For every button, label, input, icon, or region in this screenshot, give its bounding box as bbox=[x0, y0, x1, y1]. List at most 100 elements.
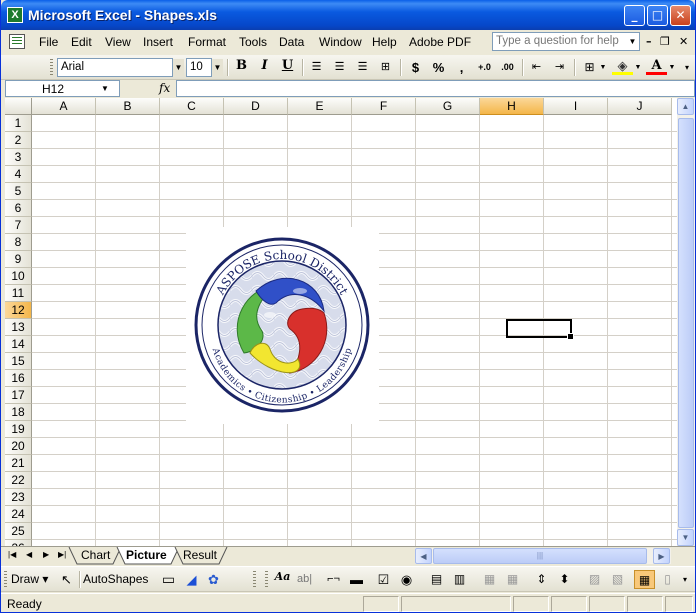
column-header-j[interactable]: J bbox=[608, 98, 672, 115]
select-objects-icon[interactable]: ↖ bbox=[56, 570, 77, 589]
scroll-left-button[interactable]: ◀ bbox=[415, 548, 432, 564]
maximize-button[interactable]: □ bbox=[647, 5, 668, 26]
menu-edit[interactable]: Edit bbox=[71, 35, 92, 49]
active-cell-h12[interactable] bbox=[506, 319, 574, 340]
insert-function-icon[interactable]: fx bbox=[159, 81, 170, 95]
vertical-scrollbar[interactable]: ▲ ▼ bbox=[677, 98, 695, 546]
diagram-icon[interactable]: ✿ bbox=[203, 570, 224, 589]
menu-format[interactable]: Format bbox=[188, 35, 226, 49]
toolbar-grip[interactable] bbox=[4, 571, 7, 588]
font-size-select[interactable]: 10 bbox=[186, 58, 212, 77]
tab-result[interactable]: Result bbox=[169, 547, 227, 564]
vertical-scroll-thumb[interactable] bbox=[678, 118, 694, 528]
currency-button[interactable]: $ bbox=[405, 58, 426, 77]
row-header-8[interactable]: 8 bbox=[5, 234, 32, 251]
row-header-20[interactable]: 20 bbox=[5, 438, 32, 455]
menu-adobe-pdf[interactable]: Adobe PDF bbox=[409, 35, 471, 49]
wordart-icon[interactable]: ◢ bbox=[181, 570, 202, 589]
row-header-4[interactable]: 4 bbox=[5, 166, 32, 183]
font-name-dropdown-arrow[interactable]: ▼ bbox=[173, 59, 184, 76]
merge-center-icon[interactable]: ⊞ bbox=[375, 58, 396, 77]
column-header-h[interactable]: H bbox=[480, 98, 544, 115]
edit-text-icon[interactable]: ab| bbox=[294, 570, 315, 589]
option-button-icon[interactable]: ◉ bbox=[396, 570, 417, 589]
row-header-14[interactable]: 14 bbox=[5, 336, 32, 353]
scroll-down-button[interactable]: ▼ bbox=[677, 529, 694, 546]
row-header-1[interactable]: 1 bbox=[5, 115, 32, 132]
decrease-indent-icon[interactable]: ⇤ bbox=[526, 58, 547, 77]
menu-window[interactable]: Window bbox=[319, 35, 362, 49]
column-header-i[interactable]: I bbox=[544, 98, 608, 115]
row-header-7[interactable]: 7 bbox=[5, 217, 32, 234]
checkbox-icon[interactable]: ☑ bbox=[373, 570, 394, 589]
fill-color-icon[interactable]: ◈ bbox=[612, 58, 633, 75]
row-header-10[interactable]: 10 bbox=[5, 268, 32, 285]
row-header-22[interactable]: 22 bbox=[5, 472, 32, 489]
menu-data[interactable]: Data bbox=[279, 35, 304, 49]
italic-button[interactable]: I bbox=[254, 58, 275, 77]
borders-dropdown-arrow[interactable]: ▼ bbox=[598, 58, 608, 77]
excel-app-icon[interactable]: X bbox=[7, 7, 23, 23]
align-left-icon[interactable]: ☰ bbox=[306, 58, 327, 77]
borders-icon[interactable]: ⊞ bbox=[579, 58, 600, 77]
font-color-icon[interactable]: A bbox=[646, 58, 667, 75]
minimize-button[interactable]: _ bbox=[624, 5, 645, 26]
question-dropdown-arrow[interactable]: ▼ bbox=[626, 33, 639, 50]
scroll-bar-control-icon[interactable]: ⇕ bbox=[531, 570, 552, 589]
column-header-e[interactable]: E bbox=[288, 98, 352, 115]
workbook-icon[interactable] bbox=[9, 34, 25, 49]
toolbar-grip[interactable] bbox=[265, 571, 268, 588]
column-header-c[interactable]: C bbox=[160, 98, 224, 115]
horizontal-scrollbar[interactable]: ◀ ||| ▶ bbox=[415, 548, 671, 564]
menu-help[interactable]: Help bbox=[372, 35, 397, 49]
workbook-minimize-button[interactable]: – bbox=[646, 35, 652, 48]
column-header-d[interactable]: D bbox=[224, 98, 288, 115]
fill-color-dropdown-arrow[interactable]: ▼ bbox=[633, 58, 643, 77]
row-header-11[interactable]: 11 bbox=[5, 285, 32, 302]
scroll-up-button[interactable]: ▲ bbox=[677, 98, 694, 115]
school-district-logo-picture[interactable]: ASPOSE School District Academics • Citiz… bbox=[186, 227, 379, 424]
menu-tools[interactable]: Tools bbox=[239, 35, 267, 49]
name-box-dropdown-arrow[interactable]: ▼ bbox=[101, 81, 113, 95]
next-sheet-icon[interactable]: ▶ bbox=[43, 550, 49, 559]
toolbar-grip[interactable] bbox=[50, 59, 53, 76]
button-control-icon[interactable]: ▬ bbox=[346, 570, 367, 589]
horizontal-scroll-thumb[interactable]: ||| bbox=[433, 548, 647, 564]
list-box-icon[interactable]: ▤ bbox=[426, 570, 447, 589]
first-sheet-icon[interactable]: |◀ bbox=[8, 550, 16, 559]
row-header-25[interactable]: 25 bbox=[5, 523, 32, 540]
bold-button[interactable]: B bbox=[231, 58, 252, 77]
font-size-dropdown-arrow[interactable]: ▼ bbox=[212, 59, 223, 76]
text-style-icon[interactable]: Aa bbox=[272, 570, 293, 589]
menu-view[interactable]: View bbox=[105, 35, 131, 49]
decrease-decimal-button[interactable]: .00 bbox=[497, 58, 518, 77]
align-center-icon[interactable]: ☰ bbox=[329, 58, 350, 77]
font-name-select[interactable]: Arial bbox=[57, 58, 173, 77]
group-box-icon[interactable]: ⌐¬ bbox=[323, 570, 344, 589]
comma-button[interactable]: , bbox=[451, 58, 472, 77]
row-header-12[interactable]: 12 bbox=[5, 302, 32, 319]
question-input[interactable]: Type a question for help bbox=[492, 32, 640, 51]
row-header-9[interactable]: 9 bbox=[5, 251, 32, 268]
prev-sheet-icon[interactable]: ◀ bbox=[26, 550, 32, 559]
row-header-24[interactable]: 24 bbox=[5, 506, 32, 523]
close-button[interactable]: ✕ bbox=[670, 5, 691, 26]
draw-menu-button[interactable]: Draw ▾ bbox=[11, 570, 53, 589]
edit-code-icon[interactable]: ▧ bbox=[607, 570, 628, 589]
toolbar-options-chevron-icon[interactable]: ▾ bbox=[679, 570, 691, 589]
tab-picture[interactable]: Picture bbox=[112, 547, 177, 564]
combo-box-icon[interactable]: ▥ bbox=[449, 570, 470, 589]
font-color-dropdown-arrow[interactable]: ▼ bbox=[667, 58, 677, 77]
row-header-17[interactable]: 17 bbox=[5, 387, 32, 404]
column-header-g[interactable]: G bbox=[416, 98, 480, 115]
increase-decimal-button[interactable]: +.0 bbox=[474, 58, 495, 77]
row-header-21[interactable]: 21 bbox=[5, 455, 32, 472]
menu-insert[interactable]: Insert bbox=[143, 35, 173, 49]
column-header-f[interactable]: F bbox=[352, 98, 416, 115]
increase-indent-icon[interactable]: ⇥ bbox=[549, 58, 570, 77]
toolbar-grip[interactable] bbox=[253, 571, 256, 588]
column-header-a[interactable]: A bbox=[32, 98, 96, 115]
workbook-restore-button[interactable]: ❐ bbox=[660, 35, 670, 48]
underline-button[interactable]: U bbox=[277, 58, 298, 77]
control-properties-icon[interactable]: ▨ bbox=[584, 570, 605, 589]
